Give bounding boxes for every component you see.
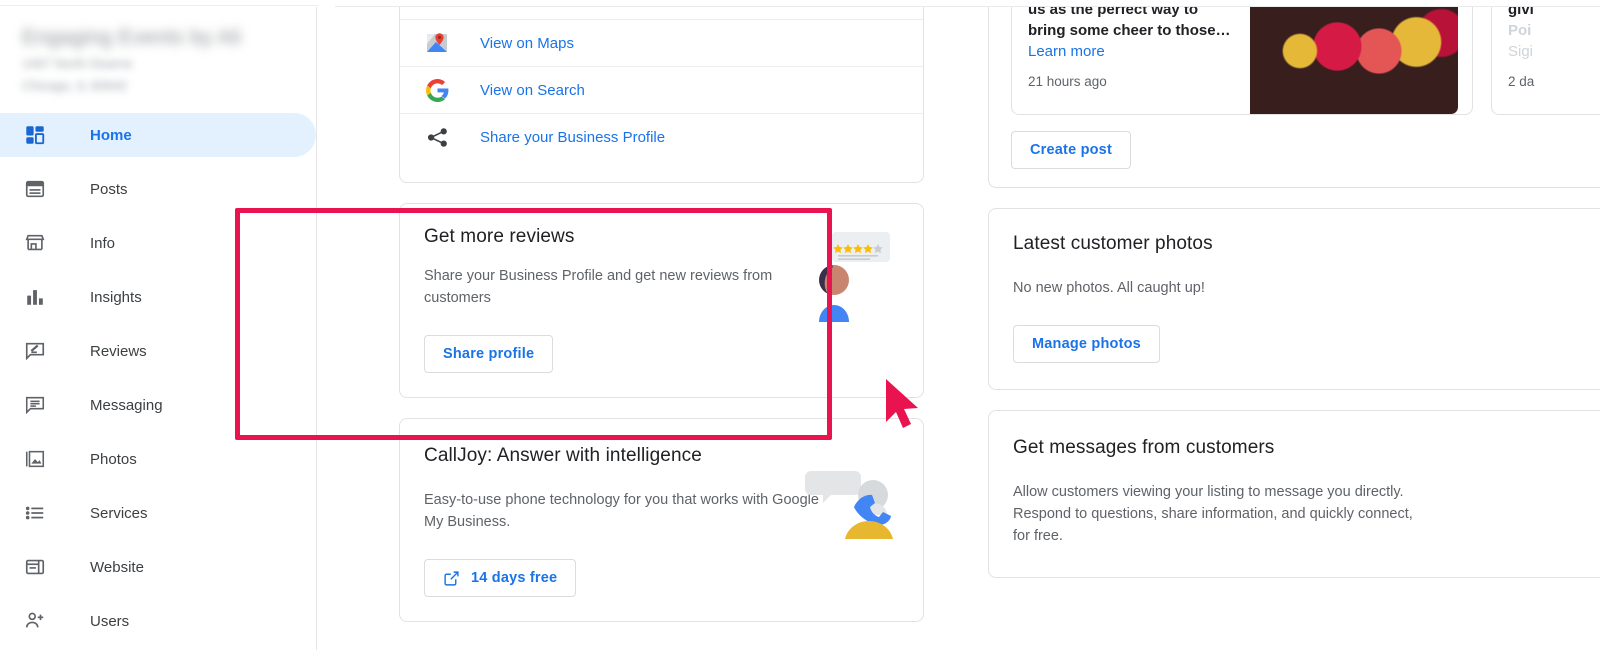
main-content: YOUR BUSINESS IS ON GOOGLE View on Maps — [235, 0, 1600, 650]
calljoy-title: CallJoy: Answer with intelligence — [424, 445, 702, 466]
sidebar-item-label: Services — [90, 504, 148, 522]
business-address-line2: Chicago, IL 60642 — [22, 78, 128, 93]
sidebar-item-messaging[interactable]: Messaging — [0, 383, 316, 427]
messages-card-title: Get messages from customers — [1013, 437, 1275, 458]
scroll-top-divider — [335, 6, 1600, 7]
posts-card: A Pedway pub crawl strikes us as the per… — [988, 0, 1600, 188]
sidebar-item-insights[interactable]: Insights — [0, 275, 316, 319]
photos-card-description: No new photos. All caught up! — [1013, 280, 1205, 296]
sidebar-top-divider — [0, 5, 318, 6]
review-icon — [22, 339, 48, 363]
post-title-line3: Poi — [1508, 22, 1532, 39]
dashboard-icon — [22, 123, 48, 147]
post-tile[interactable]: A Pedway pub crawl strikes us as the per… — [1011, 0, 1473, 115]
latest-customer-photos-card: Latest customer photos No new photos. Al… — [988, 208, 1600, 390]
business-header: Engaging Events by Ali 1467 North Dearne… — [0, 2, 316, 105]
view-on-search-row[interactable]: View on Search — [400, 66, 923, 113]
post-signup-link[interactable]: Sigi — [1508, 43, 1600, 60]
external-link-icon — [443, 570, 460, 587]
sidebar-item-label: Messaging — [90, 396, 163, 414]
post-learn-more-link[interactable]: Learn more — [1028, 43, 1236, 60]
create-post-button[interactable]: Create post — [1011, 131, 1131, 169]
phone-speech-bubble-illustration — [801, 467, 901, 539]
on-google-card: YOUR BUSINESS IS ON GOOGLE View on Maps — [399, 0, 924, 183]
photo-icon — [22, 447, 48, 471]
sidebar-item-users[interactable]: Users — [0, 599, 316, 643]
sidebar-item-label: Website — [90, 558, 144, 576]
get-more-reviews-description: Share your Business Profile and get new … — [424, 268, 773, 306]
business-address-line1: 1467 North Dearne — [22, 56, 133, 71]
bar-chart-icon — [22, 285, 48, 309]
storefront-icon — [22, 231, 48, 255]
sidebar-item-posts[interactable]: Posts — [0, 167, 316, 211]
calljoy-trial-label: 14 days free — [471, 570, 558, 586]
google-maps-icon — [424, 30, 450, 56]
sidebar-item-reviews[interactable]: Reviews — [0, 329, 316, 373]
post-timestamp: 2 da — [1508, 74, 1535, 89]
website-icon — [22, 555, 48, 579]
person-with-review-card-illustration — [802, 232, 897, 322]
post-tile[interactable]: At t givi Poi Sigi 2 da — [1491, 0, 1600, 115]
sidebar-item-label: Users — [90, 612, 130, 630]
manage-photos-button[interactable]: Manage photos — [1013, 325, 1160, 363]
right-column: A Pedway pub crawl strikes us as the per… — [942, 0, 1600, 650]
get-messages-card: Get messages from customers Allow custom… — [988, 410, 1600, 578]
sidebar-item-photos[interactable]: Photos — [0, 437, 316, 481]
messages-card-description: Allow customers viewing your listing to … — [1013, 484, 1413, 544]
view-on-maps-label: View on Maps — [480, 34, 574, 52]
sidebar-item-label: Info — [90, 234, 116, 252]
posts-carousel: A Pedway pub crawl strikes us as the per… — [989, 0, 1600, 115]
share-icon — [424, 124, 450, 150]
sidebar-item-label: Home — [90, 126, 132, 144]
sidebar-item-label: Posts — [90, 180, 128, 198]
sidebar-item-label: Reviews — [90, 342, 147, 360]
share-business-profile-label: Share your Business Profile — [480, 128, 666, 146]
list-icon — [22, 501, 48, 525]
cocktails-photo — [1250, 0, 1458, 114]
post-timestamp: 21 hours ago — [1028, 74, 1107, 89]
share-profile-button[interactable]: Share profile — [424, 335, 554, 373]
sidebar-item-label: Insights — [90, 288, 142, 306]
business-name: Engaging Events by Ali — [22, 26, 242, 49]
sidebar-item-services[interactable]: Services — [0, 491, 316, 535]
gmb-dashboard: Engaging Events by Ali 1467 North Dearne… — [0, 0, 1600, 650]
post-text: A Pedway pub crawl strikes us as the per… — [1012, 0, 1250, 114]
center-column: YOUR BUSINESS IS ON GOOGLE View on Maps — [235, 0, 942, 650]
calljoy-trial-button[interactable]: 14 days free — [424, 559, 577, 597]
posts-icon — [22, 177, 48, 201]
sidebar-item-home[interactable]: Home — [0, 113, 316, 157]
photos-card-title: Latest customer photos — [1013, 233, 1213, 254]
sidebar-item-website[interactable]: Website — [0, 545, 316, 589]
sidebar-item-label: Photos — [90, 450, 137, 468]
sidebar-item-info[interactable]: Info — [0, 221, 316, 265]
share-profile-row[interactable]: Share your Business Profile — [400, 113, 923, 160]
view-on-maps-row[interactable]: View on Maps — [400, 19, 923, 66]
post-text: At t givi Poi Sigi 2 da — [1492, 0, 1600, 114]
google-g-icon — [424, 77, 450, 103]
calljoy-description: Easy-to-use phone technology for you tha… — [424, 492, 819, 530]
get-more-reviews-card: Get more reviews Share your Business Pro… — [399, 203, 924, 398]
message-icon — [22, 393, 48, 417]
sidebar: Engaging Events by Ali 1467 North Dearne… — [0, 0, 317, 650]
sidebar-nav: Home Posts Info Insights Reviews Messagi… — [0, 113, 316, 643]
calljoy-card: CallJoy: Answer with intelligence Easy-t… — [399, 418, 924, 622]
view-on-search-label: View on Search — [480, 81, 585, 99]
person-add-icon — [22, 609, 48, 633]
